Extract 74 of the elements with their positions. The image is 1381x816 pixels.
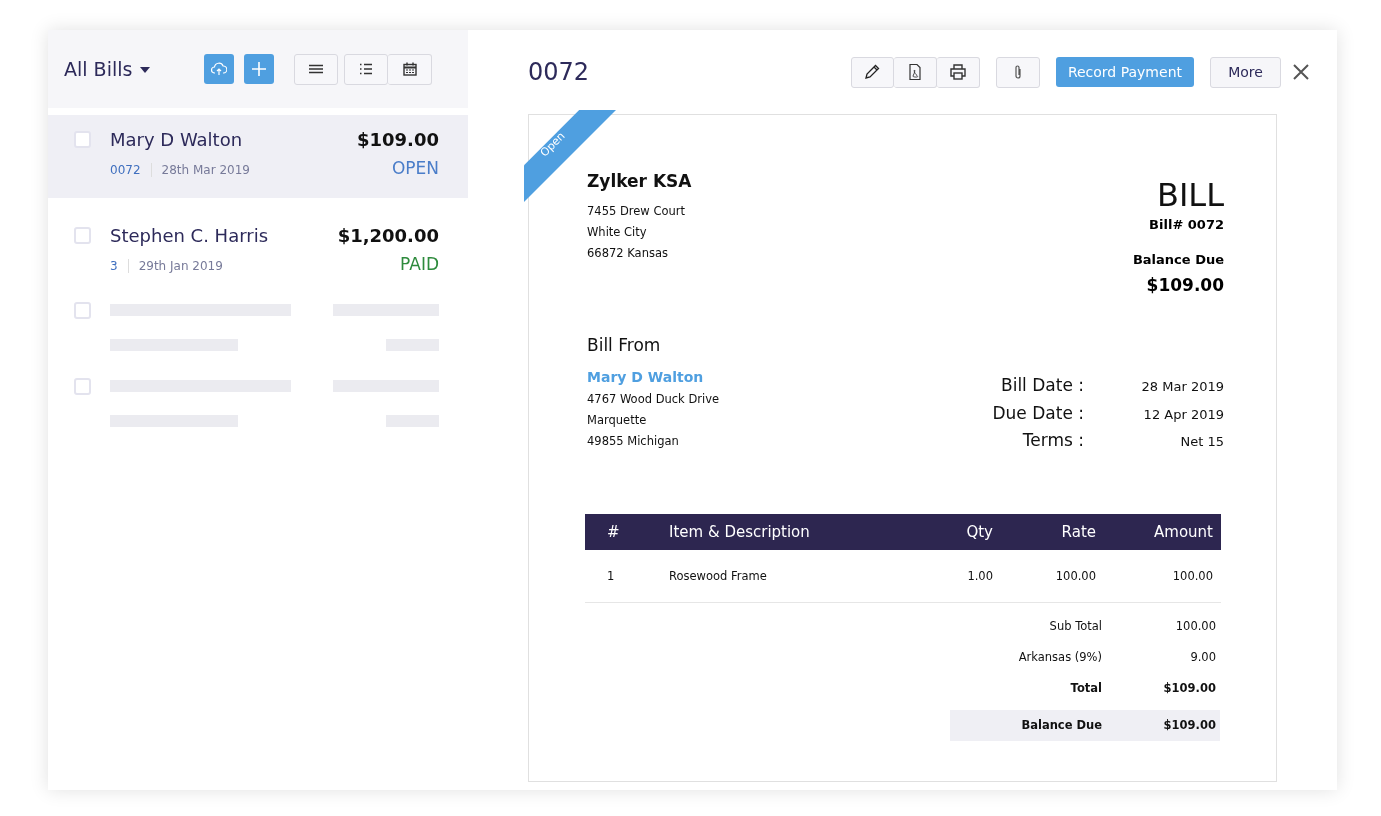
table-cell: Rosewood Frame bbox=[647, 550, 903, 602]
total-label: Sub Total bbox=[1048, 619, 1103, 633]
column-header: Amount bbox=[1097, 514, 1221, 550]
printer-icon bbox=[948, 63, 967, 81]
checkbox[interactable] bbox=[74, 131, 91, 148]
address-line: White City bbox=[587, 224, 648, 241]
print-button[interactable] bbox=[936, 56, 980, 88]
plus-icon bbox=[251, 61, 268, 77]
total-label: Total bbox=[1069, 681, 1103, 695]
field-value: 28 Mar 2019 bbox=[1140, 379, 1224, 394]
column-header: # bbox=[585, 514, 647, 550]
field-value: Net 15 bbox=[1179, 434, 1224, 450]
table-cell: 100.00 bbox=[993, 550, 1097, 602]
table-cell: 100.00 bbox=[1097, 550, 1221, 602]
more-button[interactable]: More bbox=[1210, 56, 1281, 88]
bill-amount: $109.00 bbox=[357, 129, 439, 150]
bill-amount: $1,200.00 bbox=[337, 225, 439, 246]
pdf-button[interactable] bbox=[893, 56, 937, 88]
bill-number-title: 0072 bbox=[528, 58, 591, 86]
bill-from-heading: Bill From bbox=[587, 335, 662, 355]
bill-number: 3 bbox=[110, 259, 129, 273]
menu-button[interactable] bbox=[294, 53, 339, 85]
document-title: BILL bbox=[1156, 177, 1224, 213]
vendor-name: Mary D Walton bbox=[110, 129, 243, 150]
address-line: 4767 Wood Duck Drive bbox=[587, 391, 720, 408]
cloud-upload-icon bbox=[211, 62, 228, 76]
status-label: PAID bbox=[400, 254, 439, 274]
list-view-button[interactable] bbox=[344, 53, 389, 85]
bill-date: 28th Mar 2019 bbox=[160, 163, 250, 177]
address-line: 7455 Drew Court bbox=[587, 203, 686, 220]
table-cell: 1 bbox=[585, 550, 647, 602]
field-value: 12 Apr 2019 bbox=[1142, 406, 1224, 422]
calendar-view-button[interactable] bbox=[388, 53, 433, 85]
checkbox[interactable] bbox=[74, 227, 91, 244]
attach-button[interactable] bbox=[995, 56, 1040, 88]
address-line: 66872 Kansas bbox=[587, 245, 669, 262]
balance-due-amount: $109.00 bbox=[1146, 275, 1224, 295]
total-value: $109.00 bbox=[1162, 681, 1217, 695]
column-header: Item & Description bbox=[647, 514, 903, 550]
close-icon bbox=[1293, 64, 1309, 80]
paperclip-icon bbox=[1012, 64, 1023, 80]
close-button[interactable] bbox=[1293, 64, 1309, 80]
company-name: Zylker KSA bbox=[587, 171, 692, 191]
balance-due-label: Balance Due bbox=[1132, 252, 1224, 267]
column-header: Qty bbox=[903, 514, 993, 550]
bill-date: 29th Jan 2019 bbox=[137, 259, 223, 273]
total-value: $109.00 bbox=[1162, 718, 1217, 732]
table-cell: 1.00 bbox=[903, 550, 993, 602]
address-line: 49855 Michigan bbox=[587, 433, 680, 450]
bill-number: 0072 bbox=[110, 163, 152, 177]
field-label: Due Date : bbox=[992, 402, 1084, 423]
total-value: 9.00 bbox=[1189, 650, 1217, 664]
bill-number-label: Bill# 0072 bbox=[1149, 217, 1224, 232]
total-value: 100.00 bbox=[1174, 619, 1217, 633]
bill-row[interactable]: Mary D Walton $109.00 0072 28th Mar 2019 OPEN bbox=[48, 115, 468, 198]
column-header: Rate bbox=[993, 514, 1097, 550]
field-label: Terms : bbox=[1021, 430, 1084, 451]
checkbox[interactable] bbox=[74, 302, 91, 319]
view-dropdown[interactable]: All Bills bbox=[64, 58, 151, 80]
edit-button[interactable] bbox=[850, 56, 894, 88]
total-label: Arkansas (9%) bbox=[1017, 650, 1103, 664]
caret-down-icon bbox=[140, 67, 151, 73]
add-button[interactable] bbox=[244, 54, 275, 84]
status-label: OPEN bbox=[391, 158, 439, 178]
calendar-icon bbox=[402, 62, 417, 76]
vendor-name: Stephen C. Harris bbox=[110, 225, 269, 246]
checkbox[interactable] bbox=[74, 378, 91, 395]
address-line: Marquette bbox=[587, 412, 648, 429]
pencil-icon bbox=[863, 63, 882, 81]
upload-button[interactable] bbox=[204, 54, 235, 84]
list-icon bbox=[359, 63, 374, 75]
field-label: Bill Date : bbox=[1000, 375, 1084, 395]
menu-icon bbox=[308, 64, 325, 74]
total-label: Balance Due bbox=[1020, 718, 1103, 732]
